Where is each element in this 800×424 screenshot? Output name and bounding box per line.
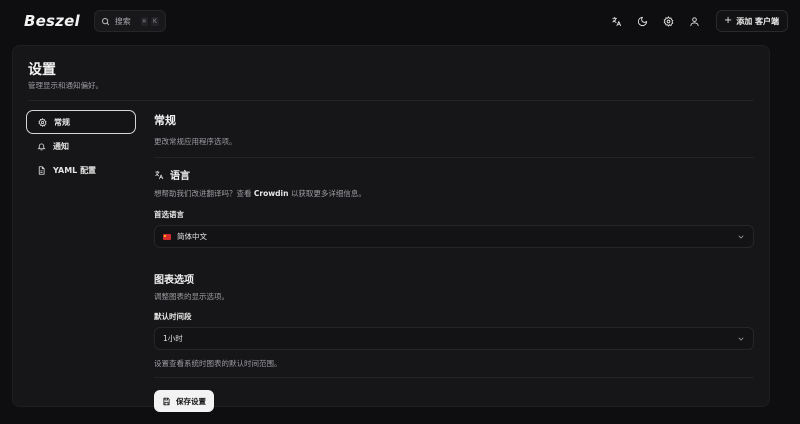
search-placeholder: 搜索	[114, 16, 131, 26]
gear-icon	[37, 117, 47, 127]
add-client-label: 添加 客户端	[736, 16, 779, 26]
sidebar-item-general[interactable]: 常规	[26, 110, 136, 134]
bell-icon	[36, 141, 46, 151]
language-desc-suffix: 以获取更多详细信息。	[288, 189, 366, 198]
app-logo[interactable]: Beszel	[24, 12, 80, 30]
file-icon	[36, 165, 46, 175]
chevron-down-icon	[737, 233, 745, 241]
account-button[interactable]	[684, 10, 706, 32]
sidebar-item-label: 通知	[53, 141, 69, 151]
chevron-down-icon	[737, 335, 745, 343]
save-icon	[162, 397, 171, 406]
default-period-value: 1小时	[163, 334, 183, 343]
translate-icon	[611, 16, 622, 27]
settings-button[interactable]	[658, 10, 680, 32]
settings-card: 设置 管理显示和通知偏好。 常规 通知 YAML 配置 常规 更改常规应用程序选…	[12, 45, 770, 412]
language-desc-prefix: 想帮助我们改进翻译吗？查看	[154, 189, 254, 198]
search-shortcut: ⌘ K	[140, 16, 159, 26]
translate-icon	[154, 170, 164, 180]
default-period-hint: 设置查看系统时图表的默认时间范围。	[154, 359, 282, 368]
page-subtitle: 管理显示和通知偏好。	[28, 81, 103, 90]
language-section-title: 语言	[170, 171, 190, 182]
sidebar-item-yaml-config[interactable]: YAML 配置	[26, 158, 136, 182]
language-section-description: 想帮助我们改进翻译吗？查看 Crowdin 以获取更多详细信息。	[154, 188, 754, 199]
language-button[interactable]	[606, 10, 628, 32]
shortcut-key-cmd: ⌘	[140, 16, 149, 26]
default-period-label: 默认时间段	[154, 312, 192, 321]
gear-icon	[663, 15, 674, 27]
crowdin-link[interactable]: Crowdin	[254, 189, 289, 198]
language-section-header: 语言	[154, 167, 754, 182]
save-settings-button[interactable]: 保存设置	[154, 390, 214, 412]
search-icon	[101, 17, 110, 26]
divider	[154, 377, 754, 378]
divider	[28, 100, 754, 101]
language-select-value: 简体中文	[177, 232, 207, 241]
top-header: Beszel 搜索 ⌘ K + 添加 客户端	[12, 4, 788, 38]
sidebar-item-notifications[interactable]: 通知	[26, 134, 136, 158]
shortcut-key-k: K	[151, 16, 159, 26]
general-section-title: 常规	[154, 114, 176, 127]
divider	[154, 157, 754, 158]
page-title: 设置	[28, 62, 56, 78]
sidebar-item-label: 常规	[54, 117, 70, 127]
save-settings-label: 保存设置	[176, 396, 206, 406]
plus-icon: +	[723, 15, 733, 26]
settings-content: 常规 更改常规应用程序选项。 语言 想帮助我们改进翻译吗？查看 Crowdin …	[154, 112, 754, 412]
theme-toggle-button[interactable]	[632, 10, 654, 32]
preferred-language-label: 首选语言	[154, 210, 184, 219]
sidebar-item-label: YAML 配置	[53, 165, 97, 175]
chart-options-title: 图表选项	[154, 275, 194, 286]
general-section-description: 更改常规应用程序选项。	[154, 137, 237, 146]
search-box[interactable]: 搜索 ⌘ K	[93, 10, 166, 32]
header-actions: + 添加 客户端	[606, 10, 788, 32]
user-icon	[689, 16, 700, 27]
default-period-select[interactable]: 1小时	[154, 327, 754, 350]
china-flag-icon	[163, 233, 171, 240]
chart-options-description: 调整图表的显示选项。	[154, 292, 229, 301]
settings-sidebar: 常规 通知 YAML 配置	[26, 110, 136, 182]
language-select[interactable]: 简体中文	[154, 225, 754, 248]
add-client-button[interactable]: + 添加 客户端	[715, 10, 788, 32]
moon-icon	[637, 16, 648, 27]
